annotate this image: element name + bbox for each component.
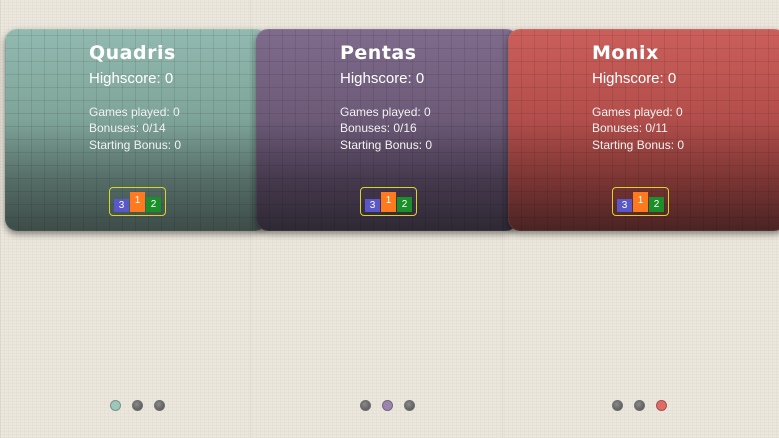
- page-indicator-dot[interactable]: [360, 400, 371, 411]
- game-panel-quadris: Quadris Highscore: 0 Games played: 0 Bon…: [0, 0, 267, 438]
- starting-bonus-label: Starting Bonus: 0: [89, 138, 182, 152]
- games-played-label: Games played: 0: [89, 105, 180, 119]
- podium-third-block: 3: [365, 199, 380, 212]
- page-indicator-dot[interactable]: [132, 400, 143, 411]
- highscore-label: Highscore: 0: [89, 70, 174, 87]
- game-panel-monix: Monix Highscore: 0 Games played: 0 Bonus…: [502, 0, 779, 438]
- podium-first-block: 1: [633, 192, 648, 212]
- page-indicator-dot[interactable]: [612, 400, 623, 411]
- starting-bonus-label: Starting Bonus: 0: [340, 138, 433, 152]
- game-card-quadris[interactable]: Quadris Highscore: 0 Games played: 0 Bon…: [5, 29, 267, 231]
- games-played-label: Games played: 0: [592, 105, 683, 119]
- page-indicator-dot[interactable]: [634, 400, 645, 411]
- game-panel-pentas: Pentas Highscore: 0 Games played: 0 Bonu…: [250, 0, 518, 438]
- bonuses-label: Bonuses: 0/14: [89, 121, 166, 135]
- page-indicator-dot-active[interactable]: [110, 400, 121, 411]
- highscore-label: Highscore: 0: [592, 70, 677, 87]
- starting-bonus-label: Starting Bonus: 0: [592, 138, 685, 152]
- podium-second-block: 2: [397, 197, 412, 212]
- podium-first-block: 1: [381, 192, 396, 212]
- page-indicator-dot-active[interactable]: [382, 400, 393, 411]
- trophy-podium-icon[interactable]: 3 1 2: [612, 187, 669, 216]
- podium-first-block: 1: [130, 192, 145, 212]
- page-indicator: [110, 400, 165, 411]
- bonuses-label: Bonuses: 0/16: [340, 121, 417, 135]
- game-title: Quadris: [89, 42, 176, 64]
- bonuses-label: Bonuses: 0/11: [592, 121, 668, 135]
- podium-second-block: 2: [649, 197, 664, 212]
- games-played-label: Games played: 0: [340, 105, 431, 119]
- podium-third-block: 3: [114, 199, 129, 212]
- highscore-label: Highscore: 0: [340, 70, 425, 87]
- game-card-pentas[interactable]: Pentas Highscore: 0 Games played: 0 Bonu…: [256, 29, 518, 231]
- page-indicator-dot[interactable]: [154, 400, 165, 411]
- game-title: Pentas: [340, 42, 417, 64]
- game-title: Monix: [592, 42, 659, 64]
- trophy-podium-icon[interactable]: 3 1 2: [109, 187, 166, 216]
- podium-second-block: 2: [146, 197, 161, 212]
- trophy-podium-icon[interactable]: 3 1 2: [360, 187, 417, 216]
- page-indicator-dot[interactable]: [404, 400, 415, 411]
- page-indicator: [612, 400, 667, 411]
- page-indicator: [360, 400, 415, 411]
- page-indicator-dot-active[interactable]: [656, 400, 667, 411]
- podium-third-block: 3: [617, 199, 632, 212]
- game-card-monix[interactable]: Monix Highscore: 0 Games played: 0 Bonus…: [508, 29, 779, 231]
